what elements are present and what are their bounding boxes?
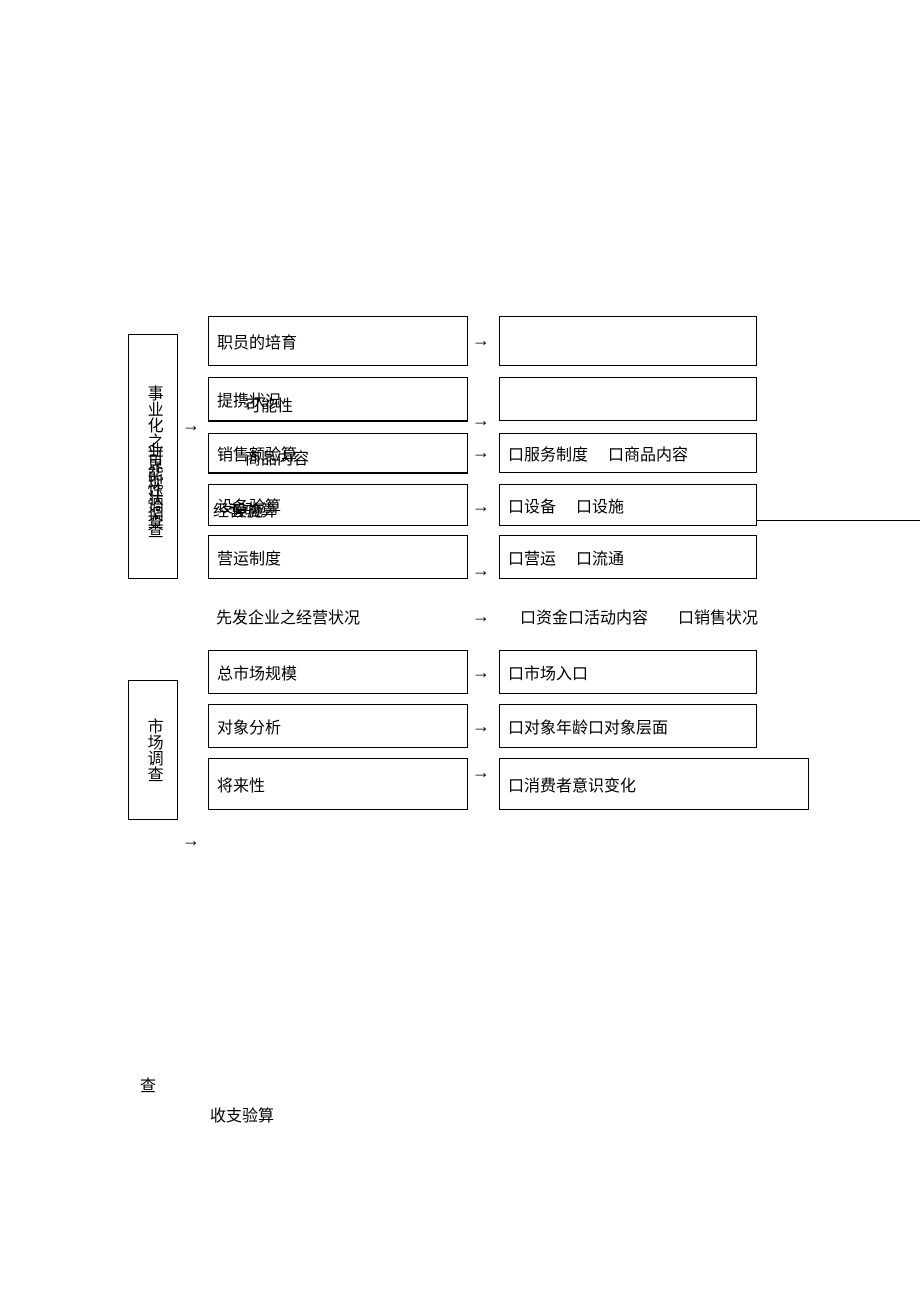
stray-cha: 查: [140, 1072, 156, 1096]
box-r2b-label: 可能性: [245, 392, 293, 416]
arrow-icon: →: [472, 662, 490, 683]
r3-right-1: 口服务制度: [508, 441, 588, 465]
arrow-icon: →: [472, 762, 490, 783]
box-r1-right: [499, 316, 757, 366]
arrow-icon: →: [182, 415, 200, 436]
box-r9-label: 将来性: [217, 772, 265, 796]
box-staff-dev: 职员的培育: [208, 316, 468, 366]
box-r9: 将来性: [208, 758, 468, 810]
arrow-icon: →: [182, 830, 200, 851]
box-r7-right: 口市场入口: [499, 650, 757, 694]
r6-right: 口资金口活动内容 口销售状况: [520, 604, 758, 628]
r3-right-2: 口商品内容: [608, 441, 688, 465]
r4-right-2: 口设施: [576, 493, 624, 517]
arrow-icon: →: [472, 496, 490, 517]
box-r5: 营运制度: [208, 535, 468, 579]
box-r6: 先发企业之经营状况: [208, 594, 468, 638]
box-r3-right: 口服务制度 口商品内容: [499, 433, 757, 473]
arrow-icon: →: [472, 560, 490, 581]
r4-right-1: 口设备: [508, 493, 556, 517]
arrow-icon: →: [472, 410, 490, 431]
box-r6-label: 先发企业之经营状况: [216, 604, 360, 628]
box-r8: 对象分析: [208, 704, 468, 748]
arrow-icon: →: [472, 442, 490, 463]
vbox-industry-label: 业界现状调查: [143, 442, 162, 538]
arrow-icon: →: [472, 330, 490, 351]
box-r5-label: 营运制度: [217, 545, 281, 569]
box-r4c-label: 经营验算: [213, 497, 277, 521]
box-r2b: 可能性: [208, 386, 468, 422]
box-r9-right: 口消费者意识变化: [499, 758, 809, 810]
box-r7: 总市场规模: [208, 650, 468, 694]
r7-right-1: 口市场入口: [508, 660, 588, 684]
vbox-market: 市场调查: [128, 680, 178, 820]
box-r2-right: [499, 377, 757, 421]
box-r5-right: 口营运 口流通: [499, 535, 757, 579]
arrow-icon: →: [472, 606, 490, 627]
box-r3b: 商品内容: [208, 440, 468, 474]
r8-right-1: 口对象年龄口对象层面: [508, 714, 668, 738]
r6-right-2: 口销售状况: [678, 604, 758, 628]
r5-right-2: 口流通: [576, 545, 624, 569]
hline: [757, 520, 920, 521]
r5-right-1: 口营运: [508, 545, 556, 569]
vbox-market-label: 市场调查: [143, 718, 162, 782]
arrow-icon: →: [472, 716, 490, 737]
box-staff-dev-label: 职员的培育: [217, 329, 297, 353]
r9-right-1: 口消费者意识变化: [508, 772, 636, 796]
box-r4b: 设施 经营验算: [208, 492, 468, 526]
box-r8-label: 对象分析: [217, 714, 281, 738]
r6-right-1: 口资金口活动内容: [520, 604, 648, 628]
box-r7-label: 总市场规模: [217, 660, 297, 684]
box-r3b-label: 商品内容: [245, 445, 309, 469]
box-r4-right: 口设备 口设施: [499, 484, 757, 526]
bottom-text: 收支验算: [210, 1102, 274, 1126]
box-r8-right: 口对象年龄口对象层面: [499, 704, 757, 748]
vbox-industry: 业界现状调查: [128, 430, 178, 550]
